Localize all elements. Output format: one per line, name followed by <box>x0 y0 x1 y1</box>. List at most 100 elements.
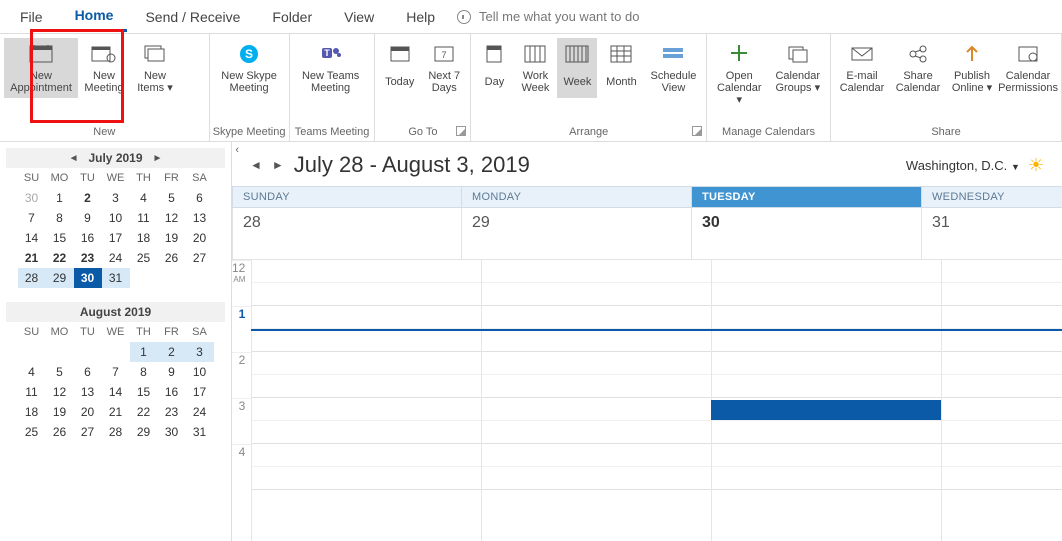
day-grid-column[interactable] <box>481 260 711 541</box>
minical-day[interactable]: 22 <box>130 402 158 422</box>
minical-day[interactable]: 14 <box>102 382 130 402</box>
minical-day[interactable]: 29 <box>130 422 158 442</box>
time-slot[interactable] <box>942 375 1062 398</box>
minical-day[interactable]: 8 <box>46 208 74 228</box>
dialog-launcher-icon[interactable] <box>692 126 702 136</box>
time-slot[interactable] <box>712 352 941 375</box>
tab-file[interactable]: File <box>6 3 57 31</box>
time-slot[interactable] <box>252 283 481 306</box>
day-grid-column[interactable] <box>941 260 1062 541</box>
new-appointment-button[interactable]: New Appointment <box>4 38 78 98</box>
time-slot[interactable] <box>712 329 941 352</box>
day-column-header[interactable]: WEDNESDAY31 <box>922 186 1062 260</box>
minical-day[interactable]: 18 <box>18 402 46 422</box>
minical-day[interactable]: 23 <box>74 248 102 268</box>
time-slot[interactable] <box>482 329 711 352</box>
minical-day[interactable]: 28 <box>102 422 130 442</box>
minical-day[interactable]: 20 <box>74 402 102 422</box>
minical-day[interactable]: 30 <box>74 268 102 288</box>
minical-day[interactable]: 12 <box>46 382 74 402</box>
minical-day[interactable]: 26 <box>46 422 74 442</box>
minical-day[interactable]: 29 <box>46 268 74 288</box>
month-button[interactable]: Month <box>599 38 643 98</box>
tab-send-receive[interactable]: Send / Receive <box>131 3 254 31</box>
today-button[interactable]: Today <box>379 38 420 98</box>
open-calendar-button[interactable]: Open Calendar ▾ <box>711 38 768 110</box>
minical-day[interactable]: 3 <box>102 188 130 208</box>
minical-day[interactable]: 7 <box>18 208 46 228</box>
work-week-button[interactable]: Work Week <box>515 38 555 98</box>
minical-day[interactable]: 12 <box>158 208 186 228</box>
minical-day[interactable]: 17 <box>102 228 130 248</box>
next7-button[interactable]: 7 Next 7 Days <box>422 38 466 98</box>
new-items-button[interactable]: New Items ▾ <box>130 38 180 98</box>
calendar-appointment-block[interactable] <box>711 400 941 420</box>
time-slot[interactable] <box>942 421 1062 444</box>
time-slot[interactable] <box>942 329 1062 352</box>
calendar-groups-button[interactable]: Calendar Groups ▾ <box>770 38 827 98</box>
time-slot[interactable] <box>252 421 481 444</box>
time-slot[interactable] <box>482 398 711 421</box>
day-column-header[interactable]: MONDAY29 <box>462 186 692 260</box>
minical-day[interactable]: 21 <box>102 402 130 422</box>
minical-day[interactable]: 5 <box>158 188 186 208</box>
time-slot[interactable] <box>712 444 941 467</box>
time-slot[interactable] <box>252 329 481 352</box>
dialog-launcher-icon[interactable] <box>456 126 466 136</box>
new-meeting-button[interactable]: New Meeting <box>80 38 128 98</box>
time-slot[interactable] <box>712 260 941 283</box>
minical-day[interactable]: 2 <box>74 188 102 208</box>
minical-day[interactable] <box>186 268 214 288</box>
minical-day[interactable]: 1 <box>130 342 158 362</box>
minical-day[interactable]: 10 <box>102 208 130 228</box>
time-slot[interactable] <box>252 444 481 467</box>
minical-day[interactable]: 30 <box>158 422 186 442</box>
time-slot[interactable] <box>942 352 1062 375</box>
minical-day[interactable]: 11 <box>130 208 158 228</box>
tab-help[interactable]: Help <box>392 3 449 31</box>
minical-day[interactable]: 28 <box>18 268 46 288</box>
minical-day[interactable] <box>74 342 102 362</box>
teams-meeting-button[interactable]: T New Teams Meeting <box>294 38 368 98</box>
skype-meeting-button[interactable]: S New Skype Meeting <box>214 38 285 98</box>
minical-day[interactable]: 25 <box>18 422 46 442</box>
minical-day[interactable]: 19 <box>46 402 74 422</box>
minical-day[interactable]: 1 <box>46 188 74 208</box>
minical-day[interactable]: 31 <box>102 268 130 288</box>
time-slot[interactable] <box>252 398 481 421</box>
time-slot[interactable] <box>712 283 941 306</box>
minical-day[interactable]: 24 <box>186 402 214 422</box>
time-slot[interactable] <box>482 283 711 306</box>
prev-week-icon[interactable]: ◄ <box>250 158 262 172</box>
minical-day[interactable]: 22 <box>46 248 74 268</box>
time-slot[interactable] <box>942 306 1062 329</box>
time-slot[interactable] <box>942 260 1062 283</box>
time-slot[interactable] <box>482 352 711 375</box>
time-slot[interactable] <box>482 421 711 444</box>
calendar-permissions-button[interactable]: Calendar Permissions <box>999 38 1057 98</box>
day-grid-column[interactable] <box>251 260 481 541</box>
minical-next-icon[interactable]: ► <box>149 153 167 164</box>
minical-day[interactable]: 9 <box>74 208 102 228</box>
minical-day[interactable]: 13 <box>186 208 214 228</box>
time-slot[interactable] <box>252 375 481 398</box>
time-slot[interactable] <box>252 467 481 490</box>
publish-online-button[interactable]: Publish Online ▾ <box>947 38 997 98</box>
minical-day[interactable]: 16 <box>74 228 102 248</box>
day-button[interactable]: Day <box>475 38 513 98</box>
time-slot[interactable] <box>482 444 711 467</box>
tab-home[interactable]: Home <box>61 1 128 32</box>
minical-day[interactable]: 19 <box>158 228 186 248</box>
next-week-icon[interactable]: ► <box>272 158 284 172</box>
tab-view[interactable]: View <box>330 3 388 31</box>
time-slot[interactable] <box>482 306 711 329</box>
minical-day[interactable]: 7 <box>102 362 130 382</box>
minical-day[interactable]: 6 <box>186 188 214 208</box>
minical-day[interactable]: 15 <box>130 382 158 402</box>
collapse-sidebar-icon[interactable]: ‹ <box>235 144 239 156</box>
minical-day[interactable]: 27 <box>186 248 214 268</box>
minical-day[interactable] <box>158 268 186 288</box>
minical-day[interactable]: 18 <box>130 228 158 248</box>
schedule-view-button[interactable]: Schedule View <box>645 38 701 98</box>
time-slot[interactable] <box>252 306 481 329</box>
